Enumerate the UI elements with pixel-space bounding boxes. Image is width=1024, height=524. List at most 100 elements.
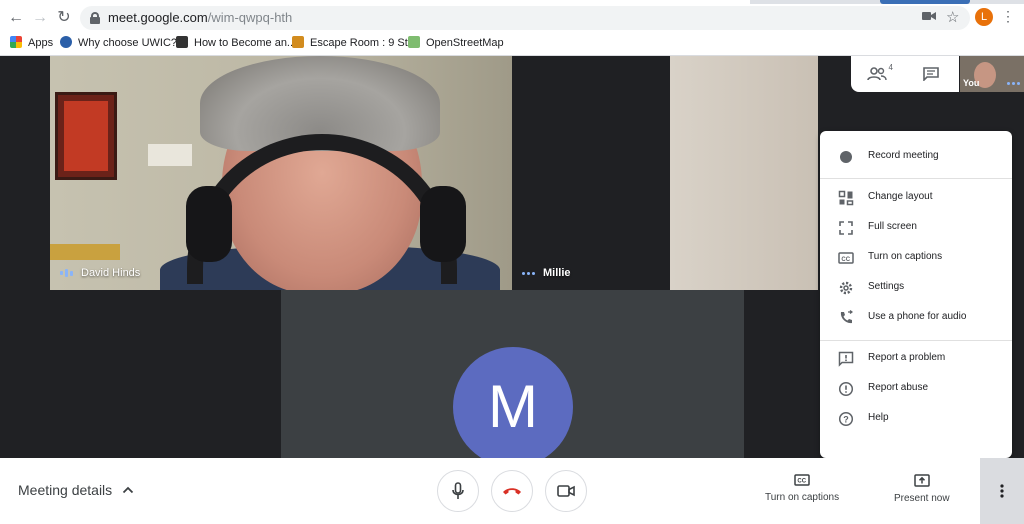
bookmark-osm[interactable]: OpenStreetMap [408,35,504,51]
svg-text:CC: CC [797,479,806,485]
bookmark-label: OpenStreetMap [426,37,504,49]
participant-avatar: M [453,347,573,458]
globe-icon [60,36,72,48]
microphone-icon [452,482,464,499]
options-menu: Record meeting Change layout Full screen… [820,131,1012,458]
present-label: Present now [894,493,950,504]
captions-label: Turn on captions [765,492,840,503]
present-now-button[interactable]: Present now [894,474,950,514]
microphone-button[interactable] [437,470,479,512]
tab-strip-accent [880,0,970,4]
menu-item-label: Help [868,412,889,423]
svg-text:?: ? [843,415,849,425]
star-icon[interactable]: ☆ [946,8,959,26]
captions-icon: CC [794,474,810,486]
report-icon [838,351,854,367]
hang-up-button[interactable] [491,470,533,512]
bottom-control-bar: Meeting details CC Turn on captions Pres… [0,458,1024,524]
menu-item-label: Full screen [868,221,917,232]
video-tile-m[interactable]: M [281,290,744,458]
bookmark-label: Why choose UWIC?... [78,37,187,49]
chat-button[interactable] [905,56,957,92]
help-icon: ? [838,411,854,427]
bookmark-escape-room[interactable]: Escape Room : 9 St... [292,35,417,51]
participant-count: 4 [888,63,893,72]
menu-item-label: Change layout [868,191,933,202]
layout-icon [838,190,854,206]
menu-item-label: Report abuse [868,382,929,393]
browser-menu-icon[interactable]: ⋮ [1001,6,1015,26]
participant-label: David Hinds [60,266,140,280]
menu-item-label: Report a problem [868,352,946,363]
profile-avatar[interactable]: L [975,8,993,26]
self-dots-icon [1007,82,1020,85]
fullscreen-icon [838,220,854,236]
camera-icon [557,485,575,497]
menu-item-report-problem[interactable]: Report a problem [820,344,1012,374]
sej-icon [176,36,188,48]
more-options-button[interactable] [980,458,1024,524]
menu-item-use-phone-audio[interactable]: Use a phone for audio [820,303,1012,333]
bookmarks-bar: Apps Why choose UWIC?... How to Become a… [0,32,1024,54]
lock-icon [90,12,100,24]
chevron-up-icon [123,486,134,494]
top-right-panel: 4 [851,56,959,92]
speaking-indicator-icon [60,269,73,277]
record-icon [838,149,854,165]
video-tile-millie[interactable]: Millie [512,56,670,290]
wall-socket [148,144,192,166]
menu-item-settings[interactable]: Settings [820,273,1012,303]
menu-item-label: Turn on captions [868,251,943,262]
bookmark-label: How to Become an... [194,37,297,49]
apps-grid-icon [10,36,22,48]
phone-icon [838,310,854,326]
video-tile-wall[interactable] [670,56,818,290]
camera-button[interactable] [545,470,587,512]
url-text[interactable]: meet.google.com/wim-qwpq-hth [108,10,292,25]
menu-item-label: Record meeting [868,150,939,161]
menu-item-label: Use a phone for audio [868,311,967,322]
shelf [50,244,120,260]
more-vert-icon [1000,484,1004,498]
wall-poster [55,92,117,180]
people-icon: 4 [867,63,893,81]
video-tile-david[interactable]: David Hinds [50,56,512,290]
tab-strip [0,0,1024,4]
present-icon [914,474,930,487]
camera-icon[interactable] [922,10,936,25]
browser-chrome: ← → ↻ meet.google.com/wim-qwpq-hth ☆ L ⋮… [0,0,1024,56]
svg-text:CC: CC [841,257,850,263]
menu-item-help[interactable]: ? Help [820,404,1012,434]
self-view-tile[interactable]: You [960,56,1024,92]
url-host: meet.google.com [108,10,208,25]
bookmark-apps[interactable]: Apps [10,35,53,51]
forward-icon[interactable]: → [30,8,50,28]
turn-on-captions-button[interactable]: CC Turn on captions [765,474,839,514]
reload-icon[interactable]: ↻ [54,8,74,28]
menu-item-report-abuse[interactable]: Report abuse [820,374,1012,404]
captions-icon: CC [838,250,854,266]
meeting-details-button[interactable]: Meeting details [18,482,134,498]
hang-up-icon [503,488,521,495]
back-icon[interactable]: ← [6,8,26,28]
chat-icon [923,67,939,81]
gear-icon [838,280,854,296]
menu-item-full-screen[interactable]: Full screen [820,213,1012,243]
bookmark-label: Escape Room : 9 St... [310,37,417,49]
url-path: /wim-qwpq-hth [207,10,293,25]
active-tab[interactable] [0,0,750,4]
menu-item-label: Settings [868,281,905,292]
address-bar[interactable]: meet.google.com/wim-qwpq-hth ☆ [80,6,970,30]
bookmark-become[interactable]: How to Become an... [176,35,296,51]
earcup-right [420,186,466,262]
menu-item-turn-on-captions[interactable]: CC Turn on captions [820,243,1012,273]
people-button[interactable]: 4 [851,56,903,92]
earcup-left [186,186,232,262]
muted-dots-icon [522,271,535,275]
bookmark-uwic[interactable]: Why choose UWIC?... [60,35,186,51]
menu-divider [820,340,1012,341]
menu-item-change-layout[interactable]: Change layout [820,183,1012,213]
menu-item-record-meeting[interactable]: Record meeting [820,142,1012,172]
menu-divider [820,178,1012,179]
meeting-details-label: Meeting details [18,482,113,498]
